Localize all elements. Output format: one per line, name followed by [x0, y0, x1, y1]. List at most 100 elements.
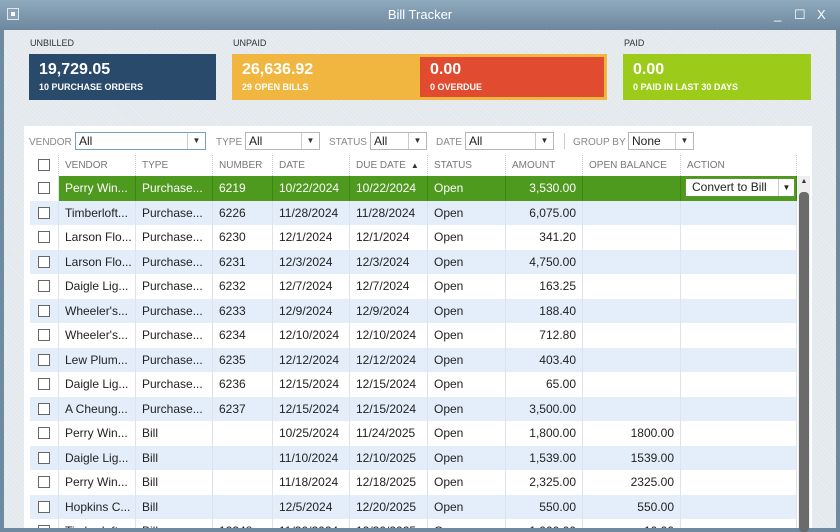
select-all-checkbox[interactable] [38, 159, 50, 171]
cell-type: Purchase... [136, 372, 213, 397]
close-button[interactable]: X [817, 0, 826, 30]
table-row[interactable]: Hopkins C... Bill 12/5/2024 12/20/2025 Open 5… [30, 494, 797, 519]
row-select-cell [30, 445, 59, 470]
cell-date: 10/25/2024 [273, 421, 350, 446]
row-checkbox[interactable] [38, 427, 50, 439]
row-checkbox[interactable] [38, 182, 50, 194]
overdue-tile[interactable]: 0.00 0 OVERDUE [420, 57, 604, 97]
table-row[interactable]: A Cheung... Purchase... 6237 12/15/2024 12/1… [30, 396, 797, 421]
cell-type: Purchase... [136, 225, 213, 250]
cell-amount: 6,075.00 [506, 200, 583, 225]
table-row[interactable]: Perry Win... Bill 10/25/2024 11/24/2025 Open… [30, 421, 797, 446]
open-bills-tile[interactable]: 26,636.92 29 OPEN BILLS [232, 54, 418, 100]
cell-date: 12/5/2024 [273, 494, 350, 519]
type-filter-select[interactable]: All ▼ [245, 132, 320, 150]
row-checkbox[interactable] [38, 329, 50, 341]
vendor-filter-select[interactable]: All ▼ [75, 132, 206, 150]
column-header-label: VENDOR [65, 160, 108, 171]
cell-type: Bill [136, 494, 213, 519]
column-header-amount[interactable]: AMOUNT [506, 155, 583, 176]
column-header-open[interactable]: OPEN BALANCE [583, 155, 681, 176]
row-select-cell [30, 494, 59, 519]
column-header-date[interactable]: DATE [273, 155, 350, 176]
column-header-vendor[interactable]: VENDOR [59, 155, 136, 176]
row-checkbox[interactable] [38, 402, 50, 415]
cell-vendor: Daigle Lig... [59, 445, 136, 470]
cell-vendor: Larson Flo... [59, 225, 136, 250]
cell-amount: 163.25 [506, 274, 583, 299]
table-row[interactable]: Perry Win... Bill 11/18/2024 12/18/2025 Open… [30, 470, 797, 495]
cell-date: 12/15/2024 [273, 372, 350, 397]
cell-open: 1800.00 [583, 421, 681, 446]
column-header-number[interactable]: NUMBER [213, 155, 273, 176]
cell-due: 12/15/2024 [350, 396, 428, 421]
cell-date: 11/10/2024 [273, 445, 350, 470]
date-filter-select[interactable]: All ▼ [465, 132, 554, 150]
status-filter-value: All [374, 134, 388, 148]
table-row[interactable]: Larson Flo... Purchase... 6231 12/3/2024 12/… [30, 249, 797, 274]
type-filter-value: All [249, 134, 263, 148]
vertical-scrollbar[interactable]: ▲ [798, 176, 810, 532]
cell-action [681, 445, 797, 470]
row-select-cell [30, 298, 59, 323]
row-checkbox[interactable] [38, 451, 50, 464]
table-row[interactable]: Lew Plum... Purchase... 6235 12/12/2024 12/1… [30, 347, 797, 372]
paid-caption: 0 PAID IN LAST 30 DAYS [633, 82, 739, 92]
column-header-status[interactable]: STATUS [428, 155, 506, 176]
status-filter-label: STATUS [329, 137, 367, 148]
cell-vendor: Lew Plum... [59, 347, 136, 372]
column-header-due[interactable]: DUE DATE ▲ [350, 155, 428, 176]
scroll-up-icon[interactable]: ▲ [798, 176, 810, 188]
unbilled-card[interactable]: 19,729.05 10 PURCHASE ORDERS [29, 54, 216, 100]
table-row[interactable]: Wheeler's... Purchase... 6233 12/9/2024 12/9… [30, 298, 797, 323]
row-checkbox[interactable] [38, 231, 50, 243]
title-bar: Bill Tracker _ ☐ X [0, 0, 840, 30]
table-row[interactable]: Daigle Lig... Purchase... 6236 12/15/2024 12… [30, 372, 797, 397]
cell-vendor: Perry Win... [59, 176, 136, 201]
row-checkbox[interactable] [38, 378, 50, 390]
row-checkbox[interactable] [38, 304, 50, 317]
cell-type: Purchase... [136, 249, 213, 274]
column-header-label: TYPE [142, 160, 169, 171]
row-checkbox[interactable] [38, 255, 50, 268]
table-row[interactable]: Perry Win... Purchase... 6219 10/22/2024 10/… [30, 176, 797, 201]
cell-open [583, 249, 681, 274]
cell-status: Open [428, 396, 506, 421]
cell-action [681, 396, 797, 421]
table-row[interactable]: Daigle Lig... Bill 11/10/2024 12/10/2025 Ope… [30, 445, 797, 470]
cell-action [681, 421, 797, 446]
cell-status: Open [428, 298, 506, 323]
table-row[interactable]: Wheeler's... Purchase... 6234 12/10/2024 12/… [30, 323, 797, 348]
row-checkbox[interactable] [38, 280, 50, 292]
table-row[interactable]: Timberloft... Purchase... 6226 11/28/2024 11… [30, 200, 797, 225]
paid-card[interactable]: 0.00 0 PAID IN LAST 30 DAYS [623, 54, 811, 100]
column-header-type[interactable]: TYPE [136, 155, 213, 176]
cell-open [583, 323, 681, 348]
row-checkbox[interactable] [38, 476, 50, 488]
maximize-button[interactable]: ☐ [794, 0, 806, 30]
cell-action [681, 298, 797, 323]
table-row[interactable]: Larson Flo... Purchase... 6230 12/1/2024 12/… [30, 225, 797, 250]
status-filter-select[interactable]: All ▼ [370, 132, 427, 150]
cell-vendor: Daigle Lig... [59, 274, 136, 299]
row-checkbox[interactable] [38, 500, 50, 513]
cell-type: Purchase... [136, 396, 213, 421]
group-by-select[interactable]: None ▼ [628, 132, 694, 150]
row-checkbox[interactable] [38, 206, 50, 219]
row-checkbox[interactable] [38, 353, 50, 366]
cell-number [213, 421, 273, 446]
column-header-action[interactable]: ACTION [681, 155, 797, 176]
cell-number: 6226 [213, 200, 273, 225]
row-select-cell [30, 176, 59, 201]
scrollbar-thumb[interactable] [799, 192, 809, 532]
system-menu-icon[interactable] [7, 8, 19, 20]
convert-to-bill-dropdown[interactable]: Convert to Bill ▼ [685, 178, 795, 197]
table-row[interactable]: Timberloft...Bill1234811/30/202412/30/20… [30, 519, 797, 528]
cell-vendor: Perry Win... [59, 470, 136, 495]
cell-number [213, 470, 273, 495]
cell-amount: 1,539.00 [506, 445, 583, 470]
cell-open: 2325.00 [583, 470, 681, 495]
table-row[interactable]: Daigle Lig... Purchase... 6232 12/7/2024 12/… [30, 274, 797, 299]
minimize-button[interactable]: _ [774, 0, 781, 30]
cell-amount: 188.40 [506, 298, 583, 323]
